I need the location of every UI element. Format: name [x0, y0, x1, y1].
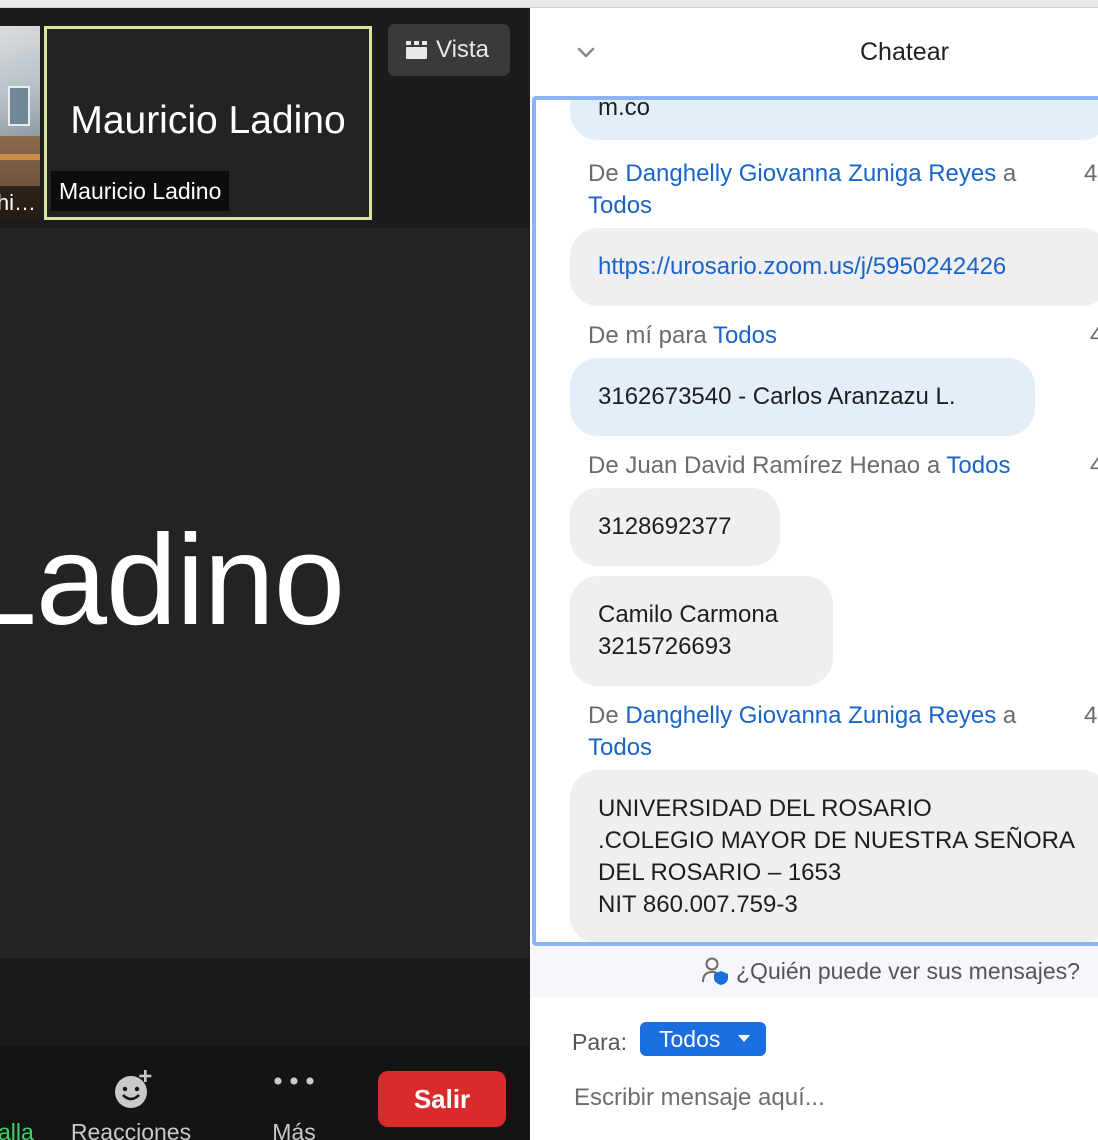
chat-message-input[interactable]: [574, 1080, 1094, 1116]
chat-header: Chatear: [530, 8, 1098, 96]
chat-message-sender: De Juan David Ramírez Henao a: [588, 452, 941, 479]
chat-message-meta: De Danghelly Giovanna Zuniga Reyes a: [588, 700, 1016, 732]
chat-recipient-link[interactable]: Todos: [588, 734, 652, 761]
chat-message-recipient: Todos: [588, 190, 652, 222]
recipient-label: Para:: [572, 1029, 627, 1055]
chat-message-line: DEL ROSARIO – 1653: [598, 859, 842, 886]
participant-thumbnail-active-speaker[interactable]: Mauricio Ladino Mauricio Ladino: [44, 26, 372, 220]
chat-message-meta: De Danghelly Giovanna Zuniga Reyes a: [588, 158, 1016, 190]
chat-message-meta: De mí para Todos: [588, 320, 777, 352]
chat-message-bubble: 3162673540 - Carlos Aranzazu L.: [570, 358, 1035, 436]
chat-message-bubble: 3128692377: [570, 488, 780, 566]
video-bottom-band: [0, 958, 530, 1046]
chat-message-text: 3215726693: [598, 633, 732, 660]
chat-message-prefix: De: [588, 160, 619, 187]
chat-message-time: 4: [1090, 320, 1098, 352]
chat-panel: Chatear m.co De Danghelly Giovanna Zunig…: [530, 8, 1098, 1140]
chat-message-meta: De Juan David Ramírez Henao a Todos: [588, 450, 1010, 482]
video-area: hi… Mauricio Ladino Mauricio Ladino Vist…: [0, 8, 530, 1140]
more-dots-icon: [274, 1077, 314, 1085]
smiley-plus-icon: [115, 1070, 152, 1108]
chat-message-time: 4: [1090, 450, 1098, 482]
reactions-button[interactable]: Reacciones: [60, 1046, 202, 1140]
recipient-dropdown-value: Todos: [659, 1026, 721, 1052]
chat-message-bubble: UNIVERSIDAD DEL ROSARIO .COLEGIO MAYOR D…: [570, 770, 1098, 942]
participant-thumbnail-strip: hi… Mauricio Ladino Mauricio Ladino Vist…: [0, 8, 530, 228]
more-button[interactable]: Más: [244, 1046, 344, 1140]
message-privacy-text: ¿Quién puede ver sus mensajes?: [736, 958, 1080, 984]
chat-message-list[interactable]: m.co De Danghelly Giovanna Zuniga Reyes …: [532, 96, 1098, 946]
chat-message-line: NIT 860.007.759-3: [598, 891, 798, 918]
chat-message-time: 4: [1084, 702, 1098, 729]
chat-message-text: m.co: [598, 96, 651, 121]
chat-message-bubble: Camilo Carmona 3215726693: [570, 576, 833, 686]
more-label: Más: [272, 1119, 316, 1140]
share-screen-label: alla: [0, 1119, 34, 1140]
grid-view-icon: [406, 41, 427, 59]
chat-message-line: .COLEGIO MAYOR DE NUESTRA SEÑORA: [598, 827, 1075, 854]
chat-compose-area: Para: Todos: [530, 998, 1098, 1140]
user-shield-icon: [702, 957, 728, 985]
participant-display-name: Mauricio Ladino: [70, 99, 346, 142]
chat-message-bubble: m.co: [570, 96, 1098, 140]
chat-message-line: UNIVERSIDAD DEL ROSARIO: [598, 795, 932, 822]
chat-message-link[interactable]: https://urosario.zoom.us/j/5950242426: [598, 253, 1006, 280]
meeting-toolbar: alla Reacciones Más Salir: [0, 1046, 530, 1140]
chat-message-joiner: a: [1002, 160, 1017, 187]
chat-message-text: 3128692377: [598, 513, 732, 540]
participant-thumbnail-camera[interactable]: hi…: [0, 26, 40, 220]
participant-name-label: hi…: [0, 186, 40, 220]
view-layout-button[interactable]: Vista: [388, 24, 510, 76]
participant-name-label: Mauricio Ladino: [51, 171, 230, 211]
chat-message-text: Camilo Carmona: [598, 601, 779, 628]
chat-message-prefix: De mí para: [588, 322, 707, 349]
chat-message-joiner: a: [1002, 702, 1017, 729]
view-layout-label: Vista: [436, 36, 489, 63]
camera-image-shelf: [0, 154, 40, 160]
message-privacy-notice[interactable]: ¿Quién puede ver sus mensajes?: [530, 946, 1098, 998]
leave-meeting-button[interactable]: Salir: [378, 1071, 506, 1127]
chat-message-time: 4: [1084, 160, 1098, 187]
camera-image-window: [8, 86, 30, 126]
reactions-label: Reacciones: [70, 1119, 192, 1140]
window-title-strip: [0, 0, 1098, 8]
share-screen-button[interactable]: alla: [0, 1046, 40, 1140]
chevron-down-icon[interactable]: [574, 42, 598, 62]
chat-message-bubble: https://urosario.zoom.us/j/5950242426: [570, 228, 1098, 306]
chat-sender-link[interactable]: Danghelly Giovanna Zuniga Reyes: [625, 702, 996, 729]
chat-recipient-link[interactable]: Todos: [946, 452, 1010, 479]
chat-message-text: 3162673540 - Carlos Aranzazu L.: [598, 383, 956, 410]
main-speaker-video: Ladino: [0, 228, 530, 958]
chat-title: Chatear: [860, 38, 949, 66]
caret-down-icon: [738, 1035, 750, 1042]
chat-recipient-link[interactable]: Todos: [713, 322, 777, 349]
main-speaker-name: Ladino: [0, 509, 345, 652]
chat-recipient-link[interactable]: Todos: [588, 192, 652, 219]
chat-message-prefix: De: [588, 702, 619, 729]
chat-message-recipient: Todos: [588, 732, 652, 764]
chat-sender-link[interactable]: Danghelly Giovanna Zuniga Reyes: [625, 160, 996, 187]
recipient-dropdown[interactable]: Todos: [640, 1022, 766, 1056]
